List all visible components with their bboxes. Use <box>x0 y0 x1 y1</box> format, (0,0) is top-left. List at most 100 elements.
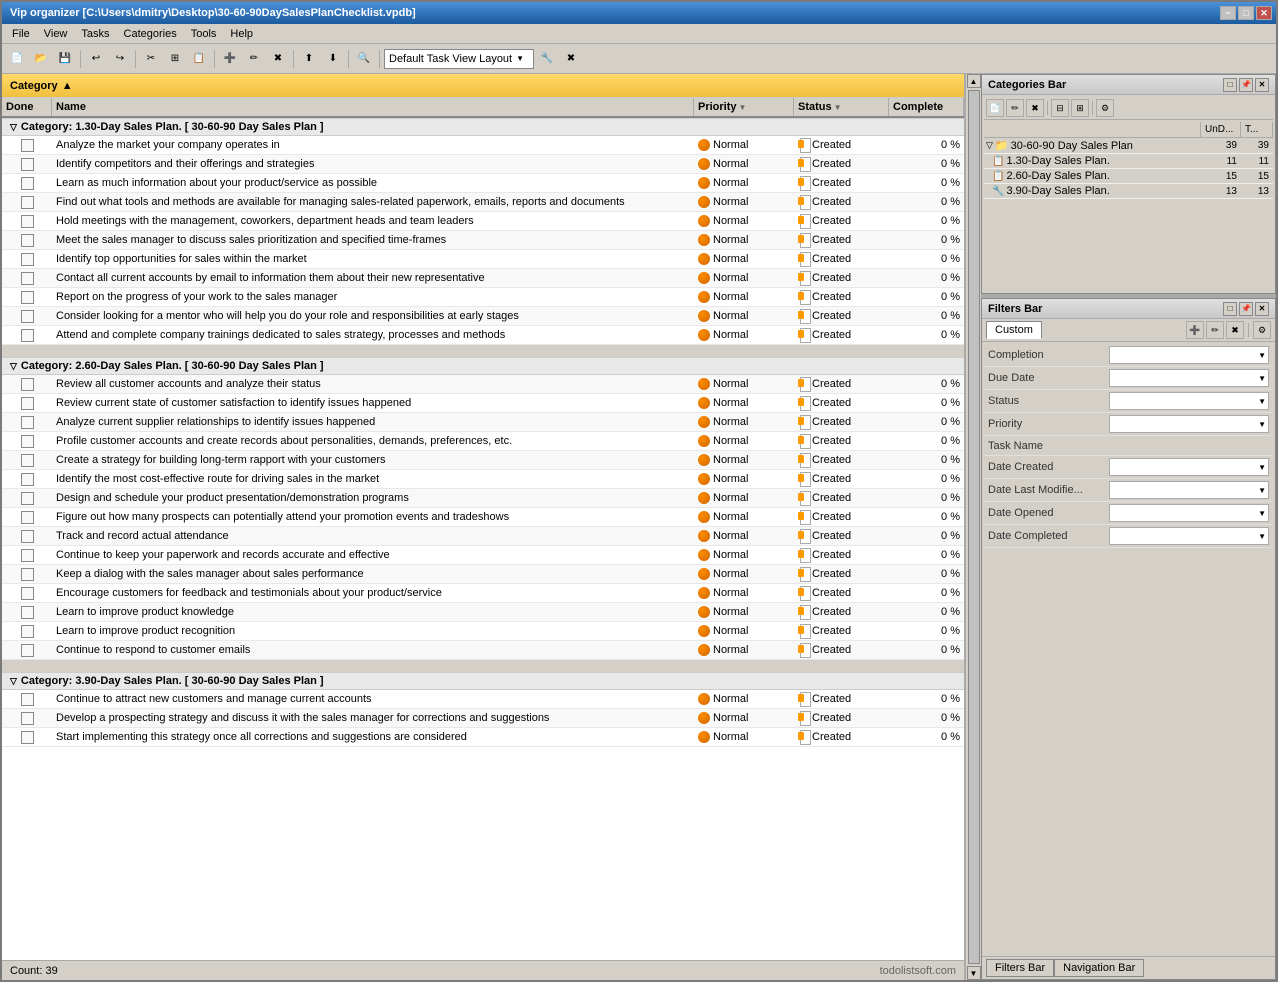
filter-dropdown-datecreated[interactable]: ▼ <box>1109 458 1269 476</box>
layout-dropdown[interactable]: Default Task View Layout ▼ <box>384 49 534 69</box>
task-checkbox[interactable] <box>21 139 34 152</box>
task-checkbox[interactable] <box>21 397 34 410</box>
filter-bar-menu-btn[interactable]: □ <box>1223 302 1237 316</box>
filter-dropdown-duedate[interactable]: ▼ <box>1109 369 1269 387</box>
cat3-expand[interactable]: ▽ <box>10 676 17 687</box>
menu-help[interactable]: Help <box>224 26 259 42</box>
filter-tb-new[interactable]: ➕ <box>1186 321 1204 339</box>
tb-cut[interactable]: ✂ <box>140 48 162 70</box>
status-filter-icon[interactable]: ▼ <box>834 103 842 112</box>
task-checkbox[interactable] <box>21 473 34 486</box>
filter-tb-delete[interactable]: ✖ <box>1226 321 1244 339</box>
cat-tree-item-2[interactable]: 📋 2.60-Day Sales Plan. 15 15 <box>984 169 1273 184</box>
tab-navigation-bar[interactable]: Navigation Bar <box>1054 959 1144 977</box>
tab-filters-bar[interactable]: Filters Bar <box>986 959 1054 977</box>
cat-root-expand[interactable]: ▽ <box>986 140 993 151</box>
task-checkbox[interactable] <box>21 731 34 744</box>
scroll-thumb[interactable] <box>968 90 980 964</box>
task-checkbox[interactable] <box>21 215 34 228</box>
cat1-expand[interactable]: ▽ <box>10 122 17 133</box>
task-checkbox[interactable] <box>21 310 34 323</box>
tb-undo[interactable]: ↩ <box>85 48 107 70</box>
menu-view[interactable]: View <box>38 26 74 42</box>
task-checkbox[interactable] <box>21 549 34 562</box>
filter-dropdown-datelastmodified[interactable]: ▼ <box>1109 481 1269 499</box>
tb-new[interactable]: 📄 <box>6 48 28 70</box>
task-checkbox[interactable] <box>21 511 34 524</box>
cat-bar-menu-btn[interactable]: □ <box>1223 78 1237 92</box>
category-row-2[interactable]: ▽ Category: 2.60-Day Sales Plan. [ 30-60… <box>2 357 964 375</box>
task-checkbox[interactable] <box>21 568 34 581</box>
task-checkbox[interactable] <box>21 644 34 657</box>
menu-tools[interactable]: Tools <box>185 26 223 42</box>
cat-bar-pin-btn[interactable]: 📌 <box>1239 78 1253 92</box>
cat-tb-edit[interactable]: ✏ <box>1006 99 1024 117</box>
cat-bar-close-btn[interactable]: ✕ <box>1255 78 1269 92</box>
cat-tb-collapse[interactable]: ⊟ <box>1051 99 1069 117</box>
close-button[interactable]: ✕ <box>1256 6 1272 20</box>
task-checkbox[interactable] <box>21 530 34 543</box>
scroll-down[interactable]: ▼ <box>967 966 981 980</box>
tb-layout1[interactable]: 🔧 <box>536 48 558 70</box>
th-priority[interactable]: Priority ▼ <box>694 98 794 116</box>
th-status[interactable]: Status ▼ <box>794 98 889 116</box>
task-checkbox[interactable] <box>21 272 34 285</box>
filter-bar-pin-btn[interactable]: 📌 <box>1239 302 1253 316</box>
filter-dropdown-completion[interactable]: ▼ <box>1109 346 1269 364</box>
cat2-expand[interactable]: ▽ <box>10 361 17 372</box>
category-row-3[interactable]: ▽ Category: 3.90-Day Sales Plan. [ 30-60… <box>2 672 964 690</box>
tb-copy[interactable]: ⊞ <box>164 48 186 70</box>
cat-tb-expand[interactable]: ⊞ <box>1071 99 1089 117</box>
task-checkbox[interactable] <box>21 606 34 619</box>
task-checkbox[interactable] <box>21 625 34 638</box>
filter-tb-settings[interactable]: ⚙ <box>1253 321 1271 339</box>
th-complete[interactable]: Complete <box>889 98 964 116</box>
filter-dropdown-status[interactable]: ▼ <box>1109 392 1269 410</box>
priority-filter-icon[interactable]: ▼ <box>739 103 747 112</box>
task-checkbox[interactable] <box>21 712 34 725</box>
scroll-up[interactable]: ▲ <box>967 74 981 88</box>
filter-dropdown-priority[interactable]: ▼ <box>1109 415 1269 433</box>
task-checkbox[interactable] <box>21 492 34 505</box>
task-checkbox[interactable] <box>21 158 34 171</box>
cat-tb-new[interactable]: 📄 <box>986 99 1004 117</box>
tb-add[interactable]: ➕ <box>219 48 241 70</box>
task-checkbox[interactable] <box>21 253 34 266</box>
cat-tree-item-1[interactable]: 📋 1.30-Day Sales Plan. 11 11 <box>984 154 1273 169</box>
tb-save[interactable]: 💾 <box>54 48 76 70</box>
cat-tree-root[interactable]: ▽ 📁 30-60-90 Day Sales Plan 39 39 <box>984 138 1273 154</box>
tb-up[interactable]: ⬆ <box>298 48 320 70</box>
tb-layout2[interactable]: ✖ <box>560 48 582 70</box>
task-checkbox[interactable] <box>21 435 34 448</box>
tb-delete[interactable]: ✖ <box>267 48 289 70</box>
filter-bar-close-btn[interactable]: ✕ <box>1255 302 1269 316</box>
menu-categories[interactable]: Categories <box>118 26 183 42</box>
task-checkbox[interactable] <box>21 291 34 304</box>
task-checkbox[interactable] <box>21 693 34 706</box>
cat-tb-delete[interactable]: ✖ <box>1026 99 1044 117</box>
menu-file[interactable]: File <box>6 26 36 42</box>
filter-tb-edit[interactable]: ✏ <box>1206 321 1224 339</box>
tb-redo[interactable]: ↪ <box>109 48 131 70</box>
tb-edit[interactable]: ✏ <box>243 48 265 70</box>
tb-search[interactable]: 🔍 <box>353 48 375 70</box>
tb-down[interactable]: ⬇ <box>322 48 344 70</box>
cat-tb-settings[interactable]: ⚙ <box>1096 99 1114 117</box>
category-row-1[interactable]: ▽ Category: 1.30-Day Sales Plan. [ 30-60… <box>2 118 964 136</box>
filter-dropdown-datecompleted[interactable]: ▼ <box>1109 527 1269 545</box>
task-checkbox[interactable] <box>21 196 34 209</box>
task-checkbox[interactable] <box>21 587 34 600</box>
task-checkbox[interactable] <box>21 234 34 247</box>
tb-open[interactable]: 📂 <box>30 48 52 70</box>
task-checkbox[interactable] <box>21 177 34 190</box>
maximize-button[interactable]: □ <box>1238 6 1254 20</box>
task-checkbox[interactable] <box>21 378 34 391</box>
th-done[interactable]: Done <box>2 98 52 116</box>
tb-paste[interactable]: 📋 <box>188 48 210 70</box>
task-checkbox[interactable] <box>21 454 34 467</box>
task-checkbox[interactable] <box>21 416 34 429</box>
cat-tree-item-3[interactable]: 🔧 3.90-Day Sales Plan. 13 13 <box>984 184 1273 199</box>
filter-dropdown-dateopened[interactable]: ▼ <box>1109 504 1269 522</box>
task-checkbox[interactable] <box>21 329 34 342</box>
menu-tasks[interactable]: Tasks <box>75 26 115 42</box>
